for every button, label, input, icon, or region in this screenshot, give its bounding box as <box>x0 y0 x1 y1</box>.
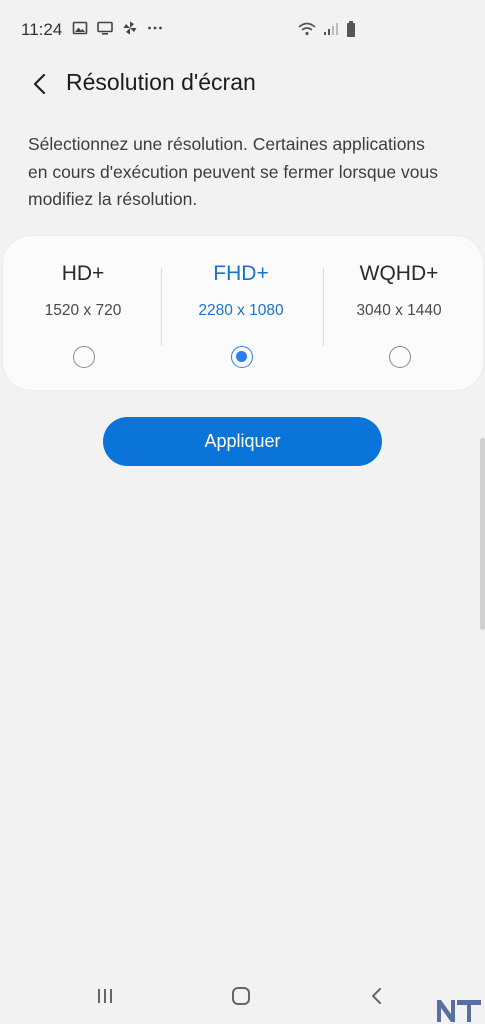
back-icon <box>372 988 381 1004</box>
option-name: WQHD+ <box>359 262 439 285</box>
page-title: Résolution d'écran <box>66 69 256 95</box>
resolution-options-card: HD+ 1520 x 720 FHD+ 2280 x 1080 WQHD+ 30… <box>3 236 483 390</box>
watermark-logo <box>437 1000 481 1022</box>
more-dots-icon <box>147 20 163 36</box>
image-icon <box>72 20 88 36</box>
radio-wqhd-plus[interactable] <box>389 346 411 368</box>
back-button[interactable] <box>26 70 54 98</box>
option-name: HD+ <box>61 262 105 285</box>
recent-apps-button[interactable] <box>90 982 120 1010</box>
status-bar: 11:24 <box>0 0 485 60</box>
signal-icon <box>323 21 339 42</box>
radio-hd-plus[interactable] <box>73 346 95 368</box>
pinwheel-icon <box>122 20 138 36</box>
apply-button[interactable]: Appliquer <box>103 417 382 466</box>
status-system-icons <box>297 20 357 43</box>
option-fhd-plus[interactable]: FHD+ 2280 x 1080 <box>161 236 321 390</box>
home-icon <box>232 987 250 1005</box>
wifi-icon <box>297 21 317 42</box>
option-wqhd-plus[interactable]: WQHD+ 3040 x 1440 <box>319 236 479 390</box>
option-hd-plus[interactable]: HD+ 1520 x 720 <box>3 236 163 390</box>
home-button[interactable] <box>226 982 256 1010</box>
nav-back-button[interactable] <box>362 982 392 1010</box>
option-resolution: 3040 x 1440 <box>356 302 442 319</box>
option-name: FHD+ <box>213 262 269 285</box>
battery-icon <box>345 20 357 43</box>
option-resolution: 2280 x 1080 <box>198 302 284 319</box>
chevron-left-icon <box>33 73 46 95</box>
status-time: 11:24 <box>21 20 63 39</box>
cast-screen-icon <box>97 20 113 36</box>
scrollbar[interactable] <box>480 438 485 630</box>
navigation-bar <box>0 968 485 1024</box>
status-notification-icons <box>72 20 163 36</box>
option-resolution: 1520 x 720 <box>44 302 122 319</box>
description-text: Sélectionnez une résolution. Certaines a… <box>28 134 438 209</box>
radio-fhd-plus[interactable] <box>231 346 253 368</box>
recent-apps-icon <box>98 989 112 1003</box>
